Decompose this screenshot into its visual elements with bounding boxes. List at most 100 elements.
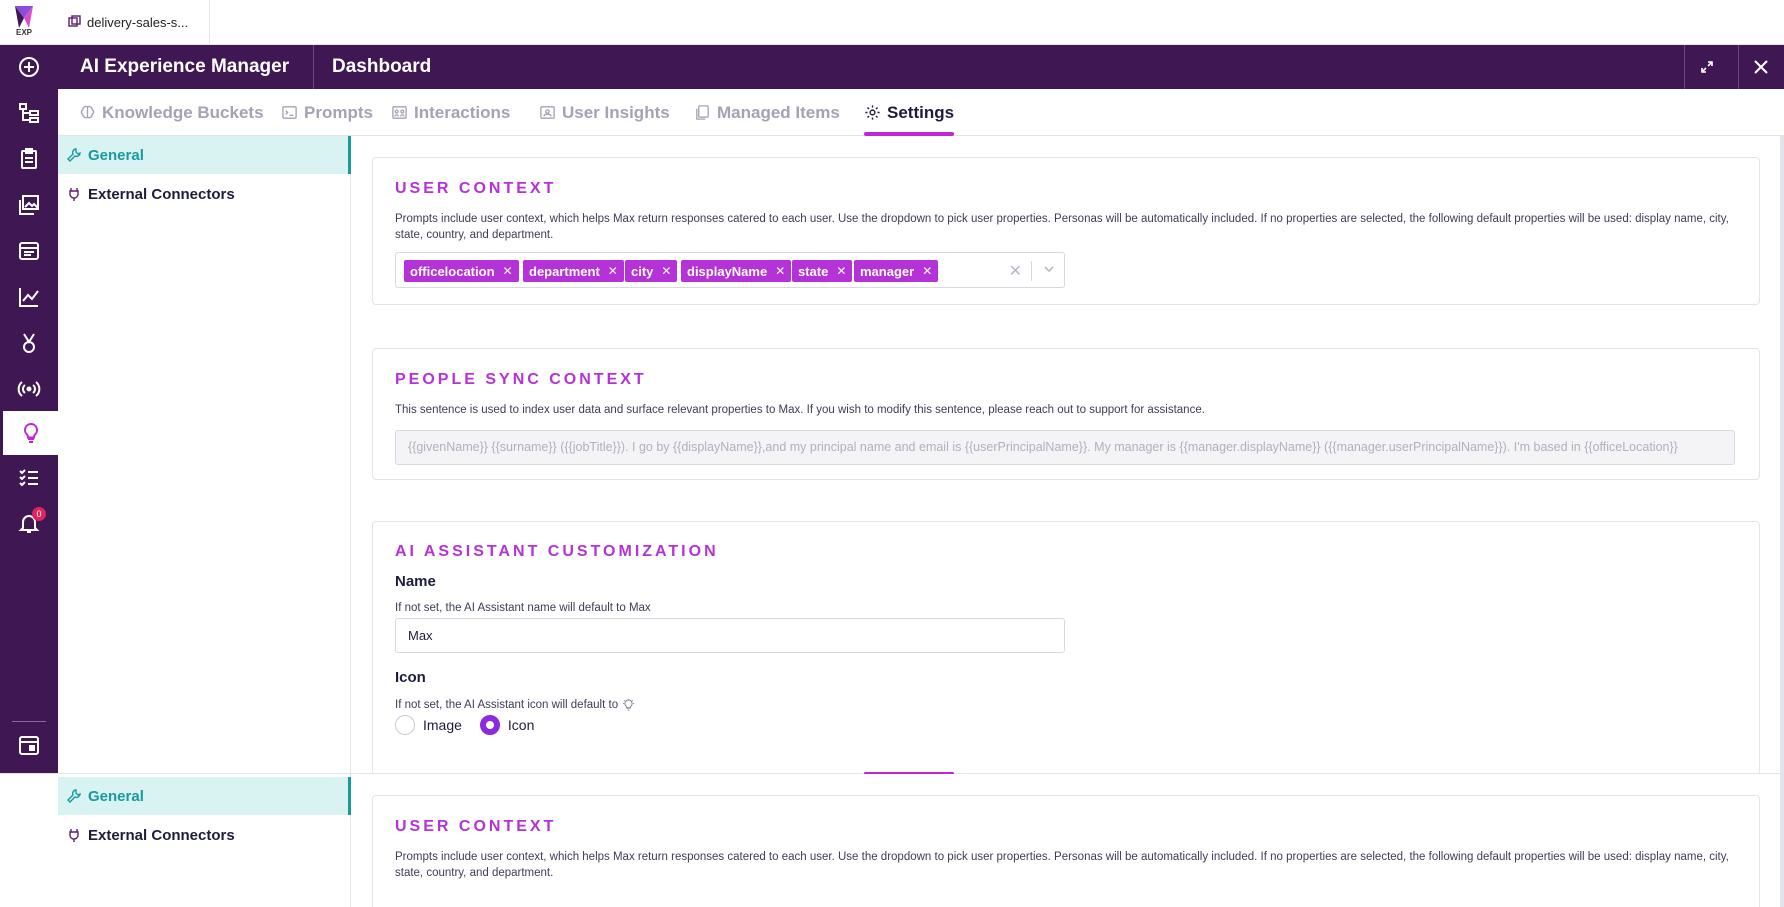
- chip-department: department ✕: [523, 260, 624, 282]
- chip-remove-icon[interactable]: ✕: [608, 264, 618, 278]
- logo-text: EXP: [15, 28, 32, 37]
- icon-label: Icon: [395, 669, 426, 686]
- chip-remove-icon[interactable]: ✕: [922, 264, 932, 278]
- plug-icon: [69, 188, 79, 201]
- app-header: AI Experience Manager Dashboard: [58, 45, 1784, 89]
- nav-item-label: General: [88, 146, 144, 164]
- news-icon[interactable]: [0, 229, 58, 273]
- select-divider: [1031, 261, 1032, 281]
- add-circle-icon[interactable]: [0, 45, 58, 89]
- chip-label: manager: [860, 263, 915, 279]
- chevron-down-icon[interactable]: [1042, 262, 1056, 281]
- document-tab[interactable]: delivery-sales-s...: [58, 0, 210, 45]
- tab-settings[interactable]: Settings: [864, 89, 955, 136]
- calendar-icon[interactable]: [0, 723, 58, 767]
- nav-item-external-connectors[interactable]: External Connectors: [58, 175, 351, 213]
- radio-icon-label: Icon: [507, 717, 535, 733]
- nav-item-general[interactable]: General: [58, 136, 351, 174]
- clipboard-icon[interactable]: [0, 137, 58, 181]
- section-title: PEOPLE SYNC CONTEXT: [395, 371, 647, 388]
- terminal-icon: [282, 106, 297, 119]
- broadcast-icon[interactable]: [0, 367, 58, 411]
- close-button[interactable]: [1739, 45, 1783, 89]
- settings-nav-lower: General External Connectors: [58, 774, 351, 907]
- tab-label: Interactions: [414, 102, 511, 122]
- chip-label: city: [631, 263, 654, 279]
- lightbulb-icon: [623, 699, 635, 711]
- content-scrollbar[interactable]: [1780, 136, 1784, 773]
- close-icon: [1754, 60, 1768, 74]
- nav-item-general[interactable]: General: [58, 777, 351, 815]
- top-strip: EXP delivery-sales-s...: [0, 0, 1784, 45]
- expand-button[interactable]: [1685, 45, 1729, 89]
- icon-hint-text: If not set, the AI Assistant icon will d…: [395, 698, 619, 711]
- hierarchy-icon[interactable]: [0, 91, 58, 135]
- settings-content: USER CONTEXT Prompts include user contex…: [352, 136, 1784, 773]
- tab-prompts[interactable]: Prompts: [281, 89, 373, 136]
- users-icon: [540, 106, 555, 119]
- radio-icon[interactable]: [479, 715, 500, 735]
- tab-label: Prompts: [304, 102, 373, 122]
- assistant-name-input[interactable]: [395, 618, 1065, 653]
- nav-item-label: External Connectors: [88, 826, 235, 844]
- content-scrollbar[interactable]: [1780, 774, 1784, 907]
- nav-item-external-connectors[interactable]: External Connectors: [58, 816, 351, 854]
- section-description: Prompts include user context, which help…: [395, 851, 1729, 879]
- chip-label: state: [798, 263, 829, 279]
- chip-label: officelocation: [410, 263, 495, 279]
- chip-label: department: [529, 263, 600, 279]
- chip-remove-icon[interactable]: ✕: [836, 264, 846, 278]
- tab-knowledge-buckets[interactable]: Knowledge Buckets: [79, 89, 264, 136]
- chip-state: state ✕: [792, 260, 853, 282]
- analytics-icon[interactable]: [0, 275, 58, 319]
- tab-user-insights[interactable]: User Insights: [539, 89, 670, 136]
- tab-interactions[interactable]: Interactions: [391, 89, 510, 136]
- nav-item-label: External Connectors: [88, 185, 235, 203]
- name-label: Name: [395, 573, 436, 590]
- chip-manager: manager ✕: [854, 260, 939, 282]
- section-description: Prompts include user context, which help…: [395, 213, 1729, 241]
- clear-icon[interactable]: ✕: [1009, 261, 1022, 281]
- plug-icon: [69, 829, 79, 842]
- section-title: USER CONTEXT: [395, 180, 557, 197]
- chip-remove-icon[interactable]: ✕: [503, 264, 513, 278]
- exp-logo-icon: [15, 6, 33, 28]
- tab-label: User Insights: [562, 102, 670, 122]
- bell-icon[interactable]: 0: [0, 501, 58, 545]
- chip-officelocation: officelocation ✕: [404, 260, 519, 282]
- copy-icon: [696, 105, 709, 120]
- name-hint: If not set, the AI Assistant name will d…: [395, 602, 651, 614]
- notification-badge: 0: [32, 507, 46, 521]
- chip-remove-icon[interactable]: ✕: [775, 264, 785, 278]
- gallery-icon[interactable]: [0, 183, 58, 227]
- tab-bar: Knowledge Buckets Prompts Interactions U…: [58, 89, 1784, 136]
- lightbulb-icon[interactable]: [3, 411, 58, 455]
- checklist-icon[interactable]: [0, 455, 58, 499]
- badge-icon[interactable]: [0, 321, 58, 365]
- people-sync-sentence: {{givenName}} {{surname}} ({{jobTitle}})…: [395, 430, 1735, 465]
- section-title: USER CONTEXT: [395, 818, 557, 835]
- assistant-customization-card: AI ASSISTANT CUSTOMIZATION Name If not s…: [372, 521, 1760, 773]
- header-divider: [313, 45, 314, 89]
- chip-remove-icon[interactable]: ✕: [661, 264, 671, 278]
- expand-icon: [1701, 61, 1713, 73]
- tab-label: Managed Items: [717, 102, 840, 122]
- tab-label: Knowledge Buckets: [102, 102, 264, 122]
- people-sync-card: PEOPLE SYNC CONTEXT This sentence is use…: [372, 348, 1760, 480]
- tab-managed-items[interactable]: Managed Items: [694, 89, 840, 136]
- left-rail: 0: [0, 45, 58, 773]
- user-properties-select[interactable]: officelocation ✕ department ✕ city ✕ displa…: [395, 252, 1065, 288]
- chip-displayname: displayName ✕: [681, 260, 792, 282]
- radio-image-label: Image: [423, 717, 462, 733]
- wrench-icon: [67, 148, 81, 162]
- icon-hint: If not set, the AI Assistant icon will d…: [395, 698, 635, 711]
- interactions-icon: [392, 106, 407, 119]
- app-title: AI Experience Manager: [80, 56, 290, 77]
- window-icon: [68, 14, 81, 31]
- exp-logo[interactable]: EXP: [10, 4, 38, 40]
- chip-city: city ✕: [625, 260, 678, 282]
- radio-image[interactable]: [395, 715, 415, 735]
- settings-nav: General External Connectors: [58, 136, 351, 773]
- user-context-card: USER CONTEXT Prompts include user contex…: [372, 795, 1760, 907]
- lower-panel: General External Connectors USER CONTEXT…: [0, 772, 1784, 907]
